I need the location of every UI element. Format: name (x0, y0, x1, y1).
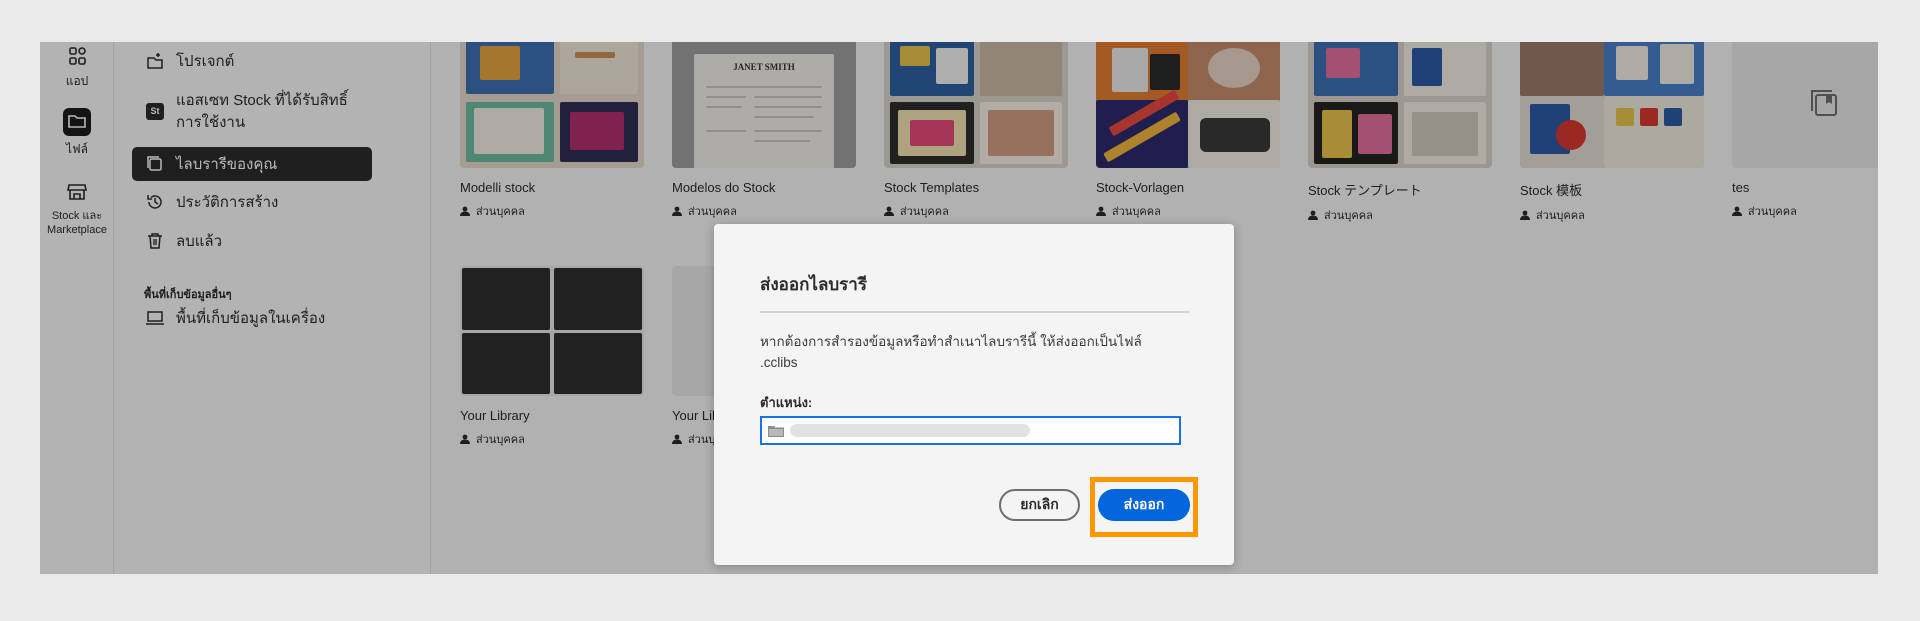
location-field[interactable] (760, 416, 1181, 445)
folder-icon (768, 425, 784, 437)
cancel-button[interactable]: ยกเลิก (999, 489, 1080, 521)
export-library-dialog: ส่งออกไลบรารี หากต้องการสำรองข้อมูลหรือท… (714, 224, 1234, 565)
export-button[interactable]: ส่งออก (1098, 489, 1190, 521)
dialog-title: ส่งออกไลบรารี (760, 275, 867, 294)
location-path-redacted (790, 424, 1030, 437)
dialog-divider (760, 311, 1190, 313)
location-label: ตำแหน่ง: (760, 395, 813, 410)
dialog-description-line-1: หากต้องการสำรองข้อมูลหรือทำสำเนาไลบรารีน… (760, 334, 1142, 349)
dialog-description: หากต้องการสำรองข้อมูลหรือทำสำเนาไลบรารีน… (760, 331, 1190, 373)
dialog-description-line-2: .cclibs (760, 355, 798, 370)
